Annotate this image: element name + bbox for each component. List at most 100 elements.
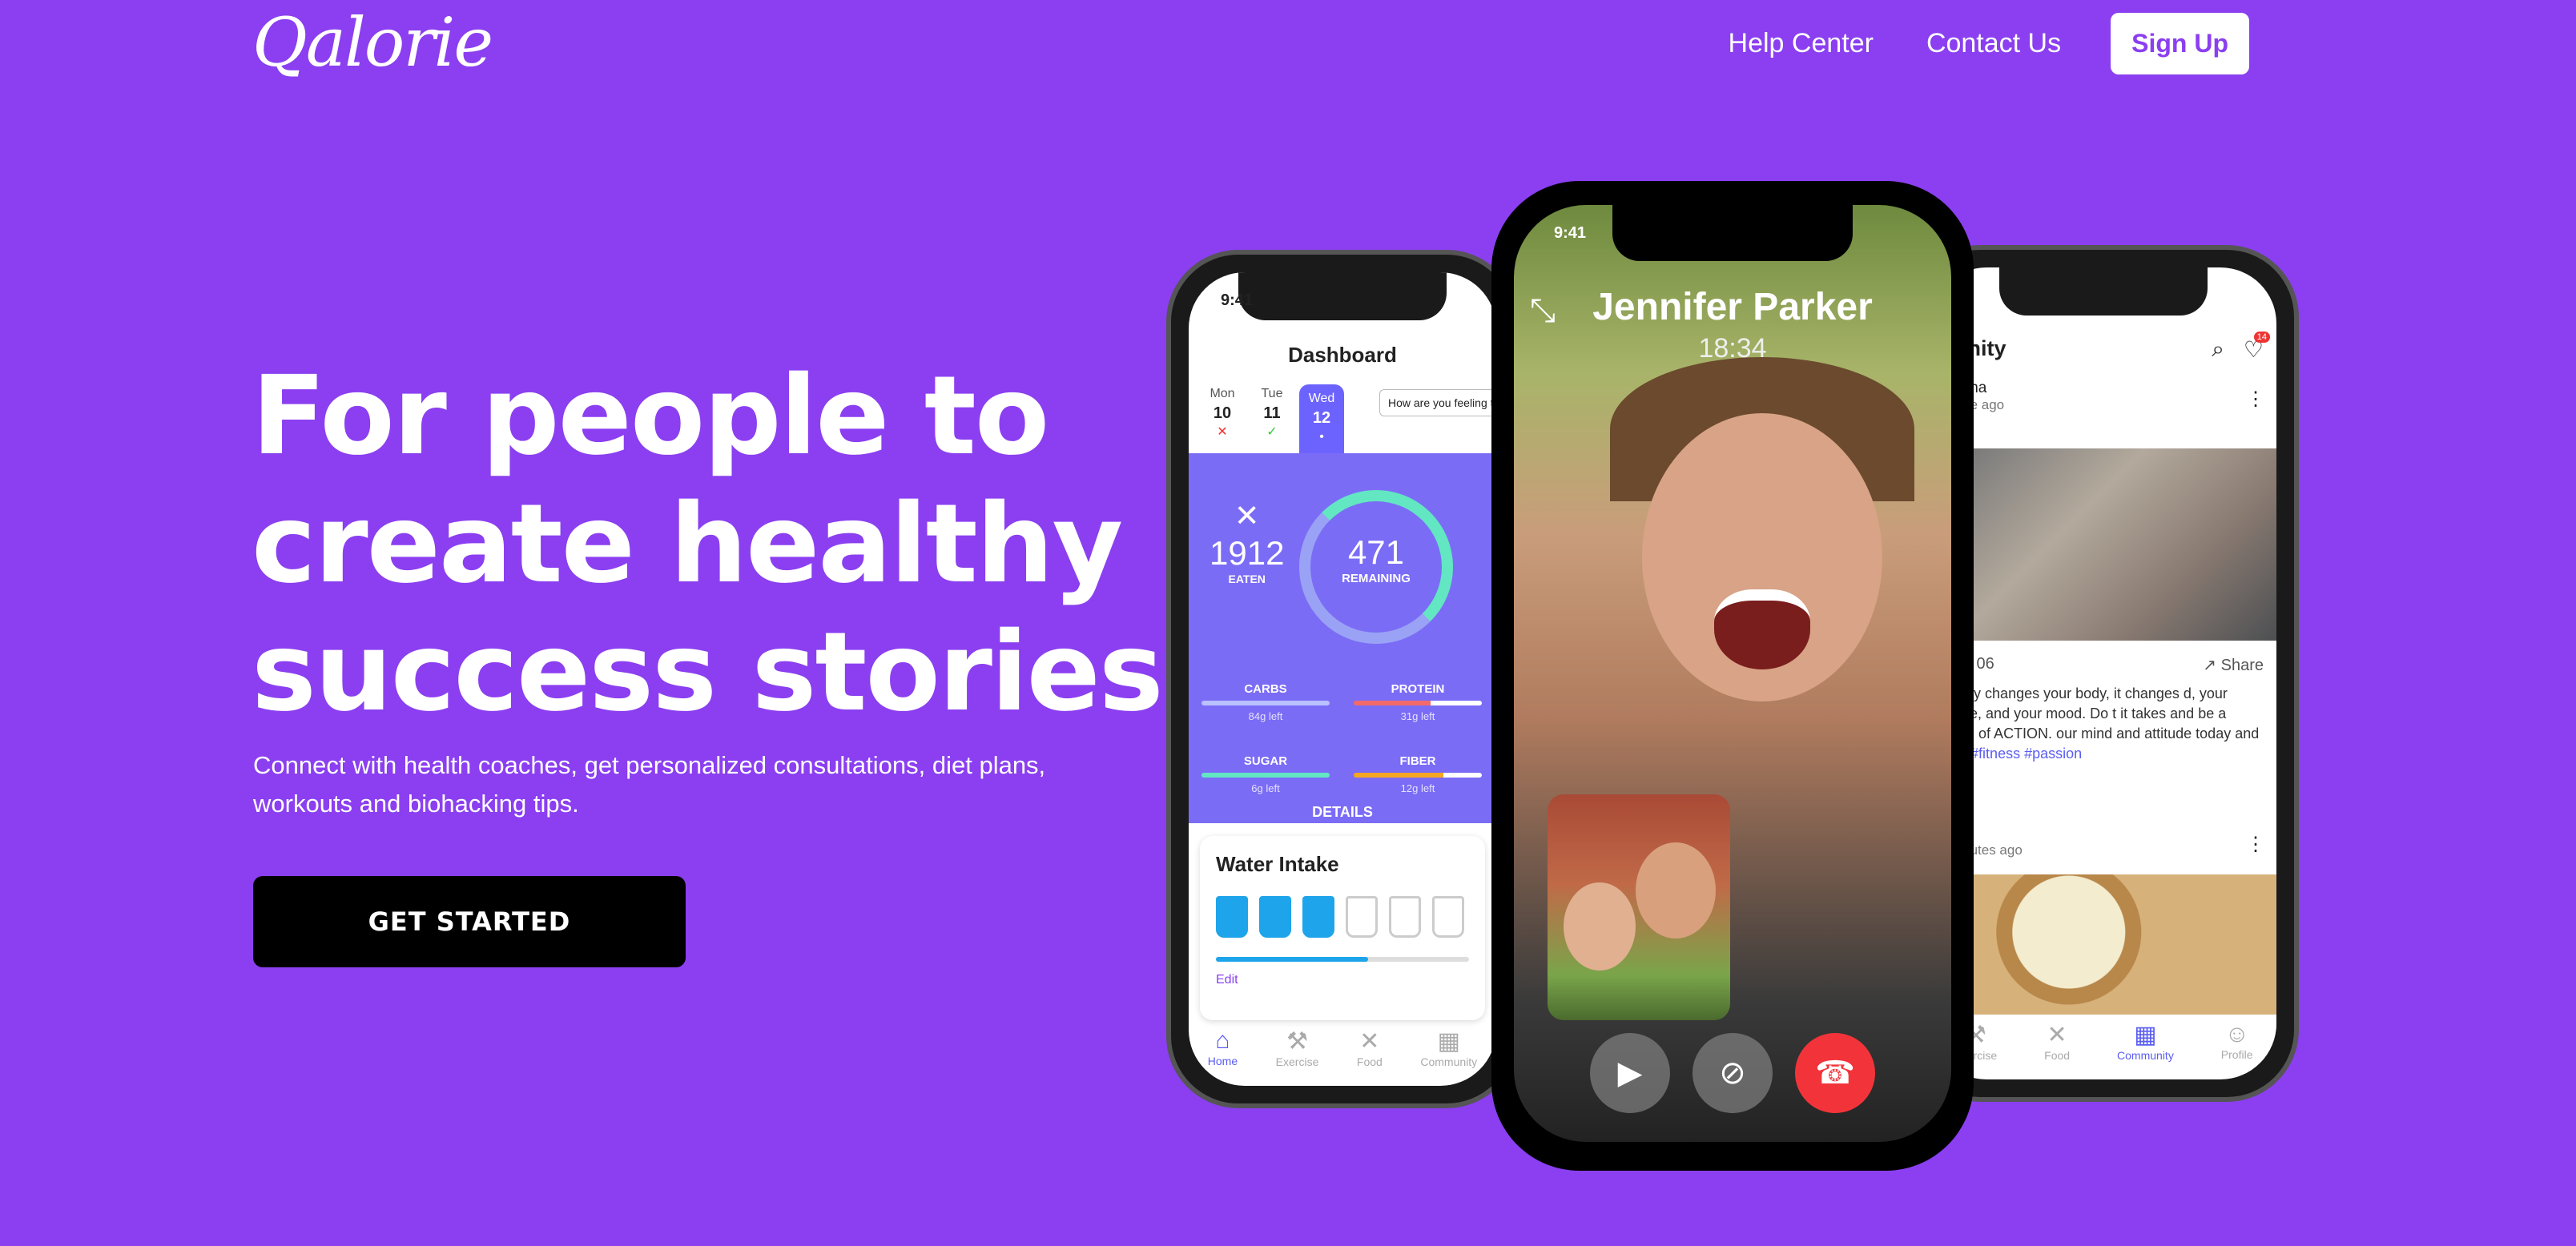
day-label: Wed xyxy=(1308,392,1335,405)
macro-left: 12g left xyxy=(1400,782,1435,794)
tab-community[interactable]: ▦ Community xyxy=(2117,1021,2174,1062)
feeling-tooltip[interactable]: How are you feeling t xyxy=(1379,389,1496,416)
fork-knife-icon: ✕ xyxy=(1234,500,1260,533)
get-started-button[interactable]: GET STARTED xyxy=(253,876,686,967)
post-image-bowl[interactable] xyxy=(1930,874,2276,1019)
post-time: 5 minutes ago xyxy=(1937,842,2023,858)
tab-profile[interactable]: ☺ Profile xyxy=(2221,1021,2253,1062)
post-author[interactable]: Erica xyxy=(1937,825,2270,842)
top-nav: Help Center Contact Us Sign Up xyxy=(1729,13,2249,74)
self-face xyxy=(1564,882,1636,971)
fork-knife-icon: ✕ xyxy=(2047,1022,2067,1048)
post-image-workout[interactable] xyxy=(1930,448,2276,641)
community-screen: munity ⌕ ♡ 14 Joanna minute ago ⋮ ◌ 06 ↗… xyxy=(1930,267,2276,1079)
hero-title: For people to create healthy success sto… xyxy=(252,352,1213,737)
comment-count: 06 xyxy=(1976,655,1994,673)
self-view-video[interactable] xyxy=(1548,794,1730,1020)
share-button[interactable]: ↗ Share xyxy=(2203,655,2264,675)
dashboard-title: Dashboard xyxy=(1288,343,1397,367)
day-number: 12 xyxy=(1312,409,1331,427)
day-tue[interactable]: Tue 11 ✓ xyxy=(1250,384,1294,461)
cup-icon[interactable] xyxy=(1346,896,1378,938)
mute-button[interactable]: ⊘ xyxy=(1693,1033,1773,1113)
fork-knife-icon: ✕ xyxy=(1359,1028,1380,1055)
dumbbell-icon: ⚒ xyxy=(1286,1028,1308,1055)
macro-carbs: CARBS 84g left xyxy=(1201,682,1330,722)
day-selector: Mon 10 ✕ Tue 11 ✓ Wed 12 • xyxy=(1200,384,1344,461)
community-icon: ▦ xyxy=(2134,1022,2157,1048)
tab-food[interactable]: ✕ Food xyxy=(1357,1027,1383,1068)
details-link[interactable]: DETAILS xyxy=(1189,804,1496,821)
macro-name: FIBER xyxy=(1399,754,1436,768)
dashboard-phone: 9:41 Dashboard Mon 10 ✕ Tue 11 ✓ Wed 12 • How … xyxy=(1166,250,1519,1108)
eaten-value: 1912 xyxy=(1210,534,1285,572)
water-intake-card: Water Intake Edit xyxy=(1200,836,1485,1020)
hero-title-line-1: For people to xyxy=(252,353,1049,480)
check-icon: ✓ xyxy=(1266,425,1278,439)
contact-us-link[interactable]: Contact Us xyxy=(1926,28,2061,59)
help-center-link[interactable]: Help Center xyxy=(1729,28,1874,59)
macro-left: 6g left xyxy=(1251,782,1280,794)
share-label: Share xyxy=(2220,657,2264,674)
share-icon: ↗ xyxy=(2203,657,2221,674)
dashboard-screen: 9:41 Dashboard Mon 10 ✕ Tue 11 ✓ Wed 12 • How … xyxy=(1189,272,1496,1086)
eaten-stat: ✕ 1912 EATEN xyxy=(1210,498,1284,585)
macro-left: 31g left xyxy=(1400,710,1435,722)
tab-community[interactable]: ▦ Community xyxy=(1420,1027,1477,1068)
tab-exercise[interactable]: ⚒ Exercise xyxy=(1276,1027,1319,1068)
day-number: 11 xyxy=(1263,404,1281,422)
call-duration: 18:34 xyxy=(1698,333,1767,364)
day-label: Mon xyxy=(1210,387,1235,400)
remaining-value: 471 xyxy=(1347,533,1405,571)
tab-label: Profile xyxy=(2220,1048,2253,1061)
caller-name: Jennifer Parker xyxy=(1592,286,1873,328)
post-meta: ◌ 06 ↗ Share xyxy=(1962,655,2264,675)
macro-name: PROTEIN xyxy=(1391,682,1445,696)
cup-icon[interactable] xyxy=(1259,896,1291,938)
notification-badge: 14 xyxy=(2253,332,2270,343)
call-controls: ▶ ⊘ ☎ xyxy=(1514,1033,1951,1113)
macros-grid: CARBS 84g left PROTEIN 31g left SUGAR 6g le… xyxy=(1201,682,1482,794)
more-icon[interactable]: ⋮ xyxy=(2246,388,2265,411)
macro-bar xyxy=(1201,773,1330,778)
home-icon: ⌂ xyxy=(1215,1027,1230,1054)
post-erica: Erica 5 minutes ago ⋮ xyxy=(1930,825,2276,858)
day-wed[interactable]: Wed 12 • xyxy=(1299,384,1344,461)
cup-icon[interactable] xyxy=(1302,896,1334,938)
remaining-label: REMAINING xyxy=(1342,572,1411,585)
day-mon[interactable]: Mon 10 ✕ xyxy=(1200,384,1245,461)
end-call-button[interactable]: ☎ xyxy=(1795,1033,1875,1113)
hero-title-line-3: success stories. xyxy=(252,609,1203,736)
eaten-label: EATEN xyxy=(1228,573,1266,585)
profile-icon: ☺ xyxy=(2224,1021,2249,1047)
post-author[interactable]: Joanna xyxy=(1937,380,2270,397)
status-time: 9:41 xyxy=(1554,224,1587,242)
post-time: minute ago xyxy=(1937,397,2005,412)
community-tabbar: ⚒ Exercise ✕ Food ▦ Community ☺ Profile xyxy=(1930,1015,2276,1062)
tab-label: Food xyxy=(2044,1049,2071,1062)
logo[interactable]: Qalorie xyxy=(252,3,493,82)
cup-icon[interactable] xyxy=(1432,896,1464,938)
cup-icon[interactable] xyxy=(1216,896,1248,938)
search-icon[interactable]: ⌕ xyxy=(2212,336,2224,363)
sign-up-button[interactable]: Sign Up xyxy=(2111,13,2249,74)
tab-label: Exercise xyxy=(1275,1055,1319,1068)
water-edit-link[interactable]: Edit xyxy=(1216,973,1469,987)
macro-bar xyxy=(1354,701,1482,705)
water-progress xyxy=(1216,957,1469,962)
mic-off-icon: ⊘ xyxy=(1719,1055,1746,1091)
caller-mouth xyxy=(1714,589,1810,669)
phone-notch xyxy=(1999,267,2208,316)
remaining-stat: 471 REMAINING xyxy=(1299,533,1453,585)
more-icon[interactable]: ⋮ xyxy=(2246,833,2265,856)
cup-icon[interactable] xyxy=(1389,896,1421,938)
tab-food[interactable]: ✕ Food xyxy=(2044,1021,2070,1062)
macro-fiber: FIBER 12g left xyxy=(1354,754,1482,794)
phone-notch xyxy=(1612,205,1853,261)
tab-home[interactable]: ⌂ Home xyxy=(1208,1027,1238,1068)
tab-label: Community xyxy=(1420,1055,1478,1068)
post-tags[interactable]: #fitness #passion xyxy=(1970,746,2082,762)
tab-label: Home xyxy=(1207,1055,1238,1067)
video-toggle-button[interactable]: ▶ xyxy=(1590,1033,1670,1113)
phone-notch xyxy=(1238,272,1447,320)
